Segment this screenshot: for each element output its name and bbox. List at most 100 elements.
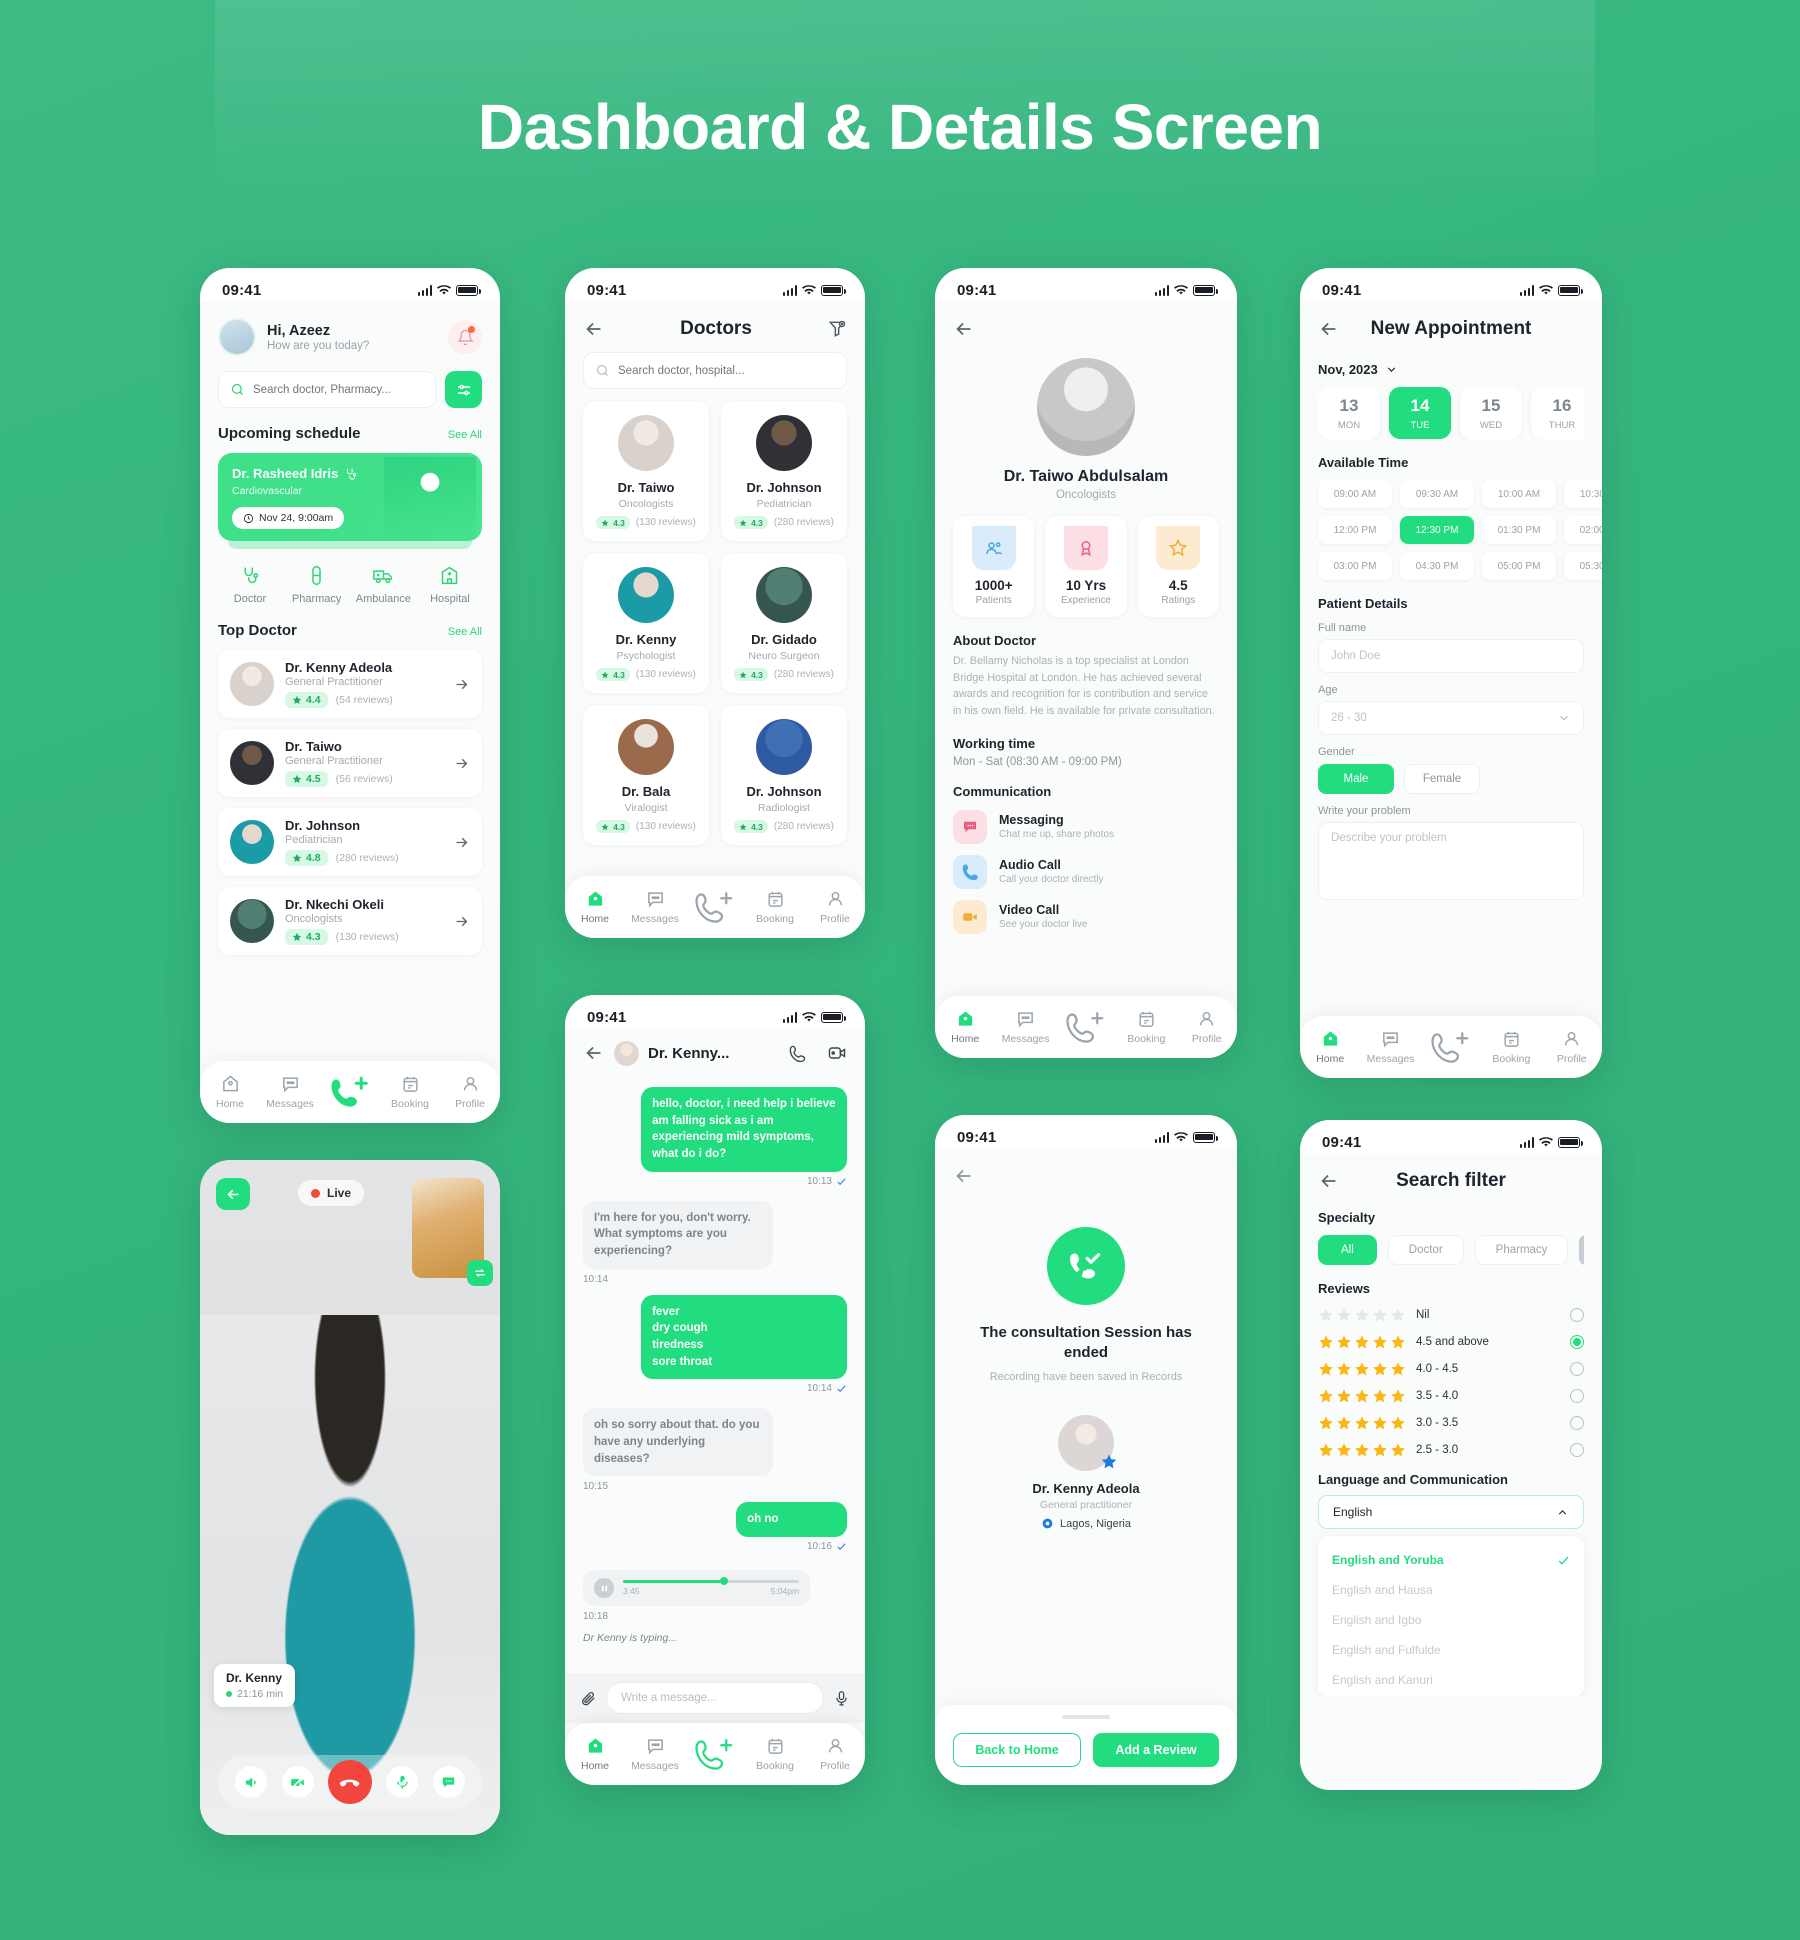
- nav-call[interactable]: [686, 1737, 744, 1771]
- review-filter-row[interactable]: 3.5 - 4.0: [1318, 1388, 1584, 1404]
- phone-icon[interactable]: [789, 1044, 808, 1063]
- nav-call[interactable]: [686, 890, 744, 924]
- comm-audio[interactable]: Audio Call Call your doctor directly: [953, 854, 1219, 889]
- time-slot[interactable]: 09:30 AM: [1400, 480, 1474, 508]
- nav-profile[interactable]: Profile: [1178, 1009, 1236, 1045]
- doctor-card[interactable]: Dr. Kenny Psychologist 4.3 (130 reviews): [583, 553, 709, 693]
- nav-messages[interactable]: Messages: [1362, 1029, 1420, 1065]
- language-option[interactable]: English and Kanuri: [1332, 1665, 1570, 1695]
- time-slot[interactable]: 03:00 PM: [1318, 552, 1392, 580]
- month-selector[interactable]: Nov, 2023: [1318, 362, 1584, 377]
- nav-home[interactable]: Home: [566, 1736, 624, 1772]
- specialty-chip[interactable]: Doctor: [1387, 1235, 1464, 1265]
- back-button[interactable]: [216, 1178, 250, 1210]
- review-radio[interactable]: [1570, 1362, 1584, 1376]
- nav-messages[interactable]: Messages: [626, 1736, 684, 1772]
- nav-messages[interactable]: Messages: [997, 1009, 1055, 1045]
- add-review-button[interactable]: Add a Review: [1093, 1733, 1219, 1767]
- review-filter-row[interactable]: 2.5 - 3.0: [1318, 1442, 1584, 1458]
- swap-camera-button[interactable]: [466, 1260, 493, 1286]
- back-arrow-icon[interactable]: [1318, 1170, 1340, 1192]
- attachment-icon[interactable]: [580, 1690, 597, 1707]
- end-call-button[interactable]: [327, 1760, 372, 1804]
- search-input[interactable]: [218, 371, 436, 408]
- nav-booking[interactable]: Booking: [1117, 1009, 1175, 1045]
- time-slot[interactable]: 10:30 AM: [1564, 480, 1602, 508]
- day-chip[interactable]: 14 TUE: [1389, 387, 1451, 439]
- nav-profile[interactable]: Profile: [1543, 1029, 1601, 1065]
- specialty-chip-partial[interactable]: [1579, 1235, 1584, 1265]
- review-radio[interactable]: [1570, 1389, 1584, 1403]
- back-arrow-icon[interactable]: [1318, 318, 1340, 340]
- nav-home[interactable]: Home: [1301, 1029, 1359, 1065]
- day-chip[interactable]: 16 THUR: [1531, 387, 1584, 439]
- nav-messages[interactable]: Messages: [626, 889, 684, 925]
- arrow-right-icon[interactable]: [453, 834, 470, 851]
- nav-booking[interactable]: Booking: [1482, 1029, 1540, 1065]
- nav-home[interactable]: Home: [201, 1074, 259, 1110]
- nav-booking[interactable]: Booking: [381, 1074, 439, 1110]
- avatar[interactable]: [218, 318, 256, 356]
- fullname-input[interactable]: John Doe: [1318, 639, 1584, 673]
- language-option[interactable]: English and Fulfulde: [1332, 1635, 1570, 1665]
- sheet-handle[interactable]: [1062, 1715, 1110, 1719]
- video-icon[interactable]: [827, 1043, 847, 1063]
- category-doctor[interactable]: Doctor: [222, 565, 278, 605]
- audio-progress-bar[interactable]: [623, 1577, 800, 1586]
- doctor-card[interactable]: Dr. Johnson Pediatrician 4.3 (280 reviews): [721, 401, 847, 541]
- nav-home[interactable]: Home: [936, 1009, 994, 1045]
- doctors-search-field[interactable]: [618, 364, 835, 377]
- filter-button[interactable]: [445, 371, 482, 408]
- back-arrow-icon[interactable]: [953, 318, 975, 340]
- nav-call[interactable]: [321, 1075, 379, 1109]
- review-radio[interactable]: [1570, 1416, 1584, 1430]
- message-input[interactable]: Write a message...: [606, 1682, 824, 1714]
- time-slot[interactable]: 05:30 PM: [1564, 552, 1602, 580]
- review-radio[interactable]: [1570, 1308, 1584, 1322]
- chat-button[interactable]: [432, 1766, 465, 1798]
- nav-profile[interactable]: Profile: [441, 1074, 499, 1110]
- nav-profile[interactable]: Profile: [806, 1736, 864, 1772]
- doctor-card[interactable]: Dr. Bala Viralogist 4.3 (130 reviews): [583, 705, 709, 845]
- gender-female-button[interactable]: Female: [1404, 764, 1480, 794]
- language-select[interactable]: English: [1318, 1495, 1584, 1529]
- review-filter-row[interactable]: Nil: [1318, 1307, 1584, 1323]
- specialty-chip[interactable]: All: [1318, 1235, 1377, 1265]
- top-doctor-card[interactable]: Dr. Taiwo General Practitioner 4.5 (56 revi…: [218, 729, 482, 797]
- day-chip[interactable]: 15 WED: [1460, 387, 1522, 439]
- time-slot[interactable]: 10:00 AM: [1482, 480, 1556, 508]
- pause-icon[interactable]: [594, 1578, 614, 1599]
- review-radio[interactable]: [1570, 1443, 1584, 1457]
- back-arrow-icon[interactable]: [953, 1165, 975, 1187]
- doctors-search-input[interactable]: [583, 352, 847, 389]
- nav-call[interactable]: [1057, 1010, 1115, 1044]
- speaker-button[interactable]: [235, 1766, 268, 1798]
- back-arrow-icon[interactable]: [583, 318, 605, 340]
- video-toggle-button[interactable]: [281, 1766, 314, 1798]
- top-doctor-see-all[interactable]: See All: [448, 626, 482, 638]
- top-doctor-card[interactable]: Dr. Kenny Adeola General Practitioner 4.4 (…: [218, 650, 482, 718]
- gender-male-button[interactable]: Male: [1318, 764, 1394, 794]
- time-slot[interactable]: 02:00 PM: [1564, 516, 1602, 544]
- notification-button[interactable]: [448, 320, 482, 354]
- upcoming-see-all[interactable]: See All: [448, 429, 482, 441]
- language-option[interactable]: English and Hausa: [1332, 1575, 1570, 1605]
- back-arrow-icon[interactable]: [583, 1042, 605, 1064]
- nav-booking[interactable]: Booking: [746, 889, 804, 925]
- language-option[interactable]: English and Igbo: [1332, 1605, 1570, 1635]
- search-field[interactable]: [253, 383, 424, 396]
- doctor-card[interactable]: Dr. Gidado Neuro Surgeon 4.3 (280 reviews): [721, 553, 847, 693]
- time-slot[interactable]: 12:00 PM: [1318, 516, 1392, 544]
- arrow-right-icon[interactable]: [453, 676, 470, 693]
- time-slot[interactable]: 12:30 PM: [1400, 516, 1474, 544]
- review-radio[interactable]: [1570, 1335, 1584, 1349]
- category-pharmacy[interactable]: Pharmacy: [289, 565, 345, 605]
- language-option[interactable]: English and Yoruba: [1332, 1545, 1570, 1575]
- top-doctor-card[interactable]: Dr. Johnson Pediatrician 4.8 (280 reviews): [218, 808, 482, 876]
- nav-call[interactable]: [1422, 1030, 1480, 1064]
- filter-icon[interactable]: [827, 319, 847, 339]
- comm-video[interactable]: Video Call See your doctor live: [953, 899, 1219, 934]
- microphone-icon[interactable]: [833, 1690, 850, 1707]
- self-video-thumbnail[interactable]: [411, 1178, 493, 1286]
- doctor-card[interactable]: Dr. Taiwo Oncologists 4.3 (130 reviews): [583, 401, 709, 541]
